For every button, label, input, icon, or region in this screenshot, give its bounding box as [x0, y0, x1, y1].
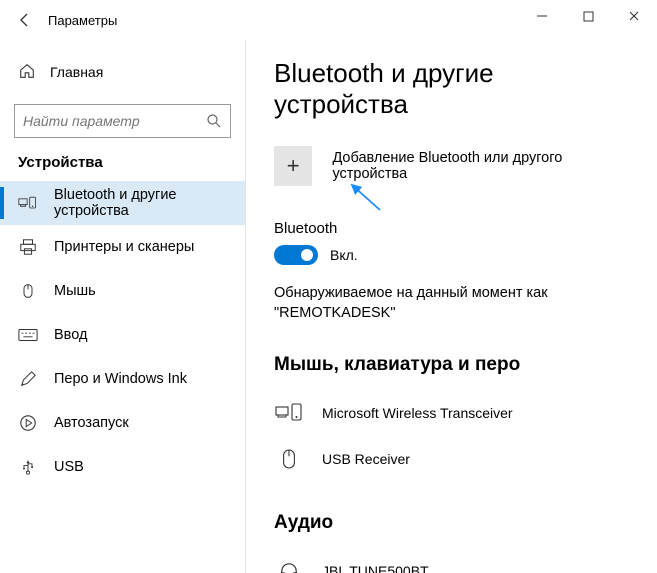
mouse-device-icon — [274, 448, 304, 470]
annotation-arrow-icon — [346, 180, 386, 214]
sidebar-item-label: Принтеры и сканеры — [54, 239, 194, 255]
close-icon — [628, 10, 640, 22]
sidebar-item-typing[interactable]: Ввод — [0, 313, 245, 357]
search-icon — [206, 113, 222, 129]
headphones-icon — [274, 562, 304, 573]
discoverable-text: Обнаруживаемое на данный момент как "REM… — [274, 283, 629, 324]
device-name: USB Receiver — [322, 451, 410, 467]
bluetooth-toggle-row: Вкл. — [274, 245, 629, 265]
maximize-button[interactable] — [565, 0, 611, 32]
device-item[interactable]: USB Receiver — [274, 436, 629, 482]
autoplay-icon — [18, 413, 38, 433]
home-link[interactable]: Главная — [0, 52, 245, 92]
sidebar-item-mouse[interactable]: Мышь — [0, 269, 245, 313]
sidebar-item-pen[interactable]: Перо и Windows Ink — [0, 357, 245, 401]
sidebar-item-usb[interactable]: USB — [0, 445, 245, 489]
sidebar-item-label: Bluetooth и другие устройства — [54, 187, 245, 219]
add-device-label: Добавление Bluetooth или другого устройс… — [332, 150, 629, 182]
sidebar-item-label: Автозапуск — [54, 415, 129, 431]
device-item[interactable]: Microsoft Wireless Transceiver — [274, 390, 629, 436]
pen-icon — [18, 369, 38, 389]
input-devices-title: Мышь, клавиатура и перо — [274, 354, 629, 376]
page-title: Bluetooth и другие устройства — [274, 58, 629, 120]
toggle-knob — [301, 249, 313, 261]
printer-icon — [18, 237, 38, 257]
window-controls — [519, 0, 657, 32]
search-box[interactable] — [14, 104, 231, 138]
home-label: Главная — [50, 64, 103, 80]
sidebar-item-label: Мышь — [54, 283, 96, 299]
toggle-state-label: Вкл. — [330, 247, 358, 263]
close-button[interactable] — [611, 0, 657, 32]
mouse-icon — [18, 281, 38, 301]
sidebar-item-printers[interactable]: Принтеры и сканеры — [0, 225, 245, 269]
keyboard-icon — [18, 325, 38, 345]
sidebar: Главная Устройства Bluetooth и другие ус… — [0, 40, 246, 573]
sidebar-item-label: USB — [54, 459, 84, 475]
bluetooth-toggle[interactable] — [274, 245, 318, 265]
main-panel: Bluetooth и другие устройства + Добавлен… — [246, 40, 657, 573]
transceiver-icon — [274, 403, 304, 423]
usb-icon — [18, 457, 38, 477]
sidebar-item-autoplay[interactable]: Автозапуск — [0, 401, 245, 445]
add-device-row[interactable]: + Добавление Bluetooth или другого устро… — [274, 146, 629, 186]
device-name: JBL TUNE500BT — [322, 563, 429, 573]
sidebar-group-title: Устройства — [0, 154, 245, 181]
audio-devices-title: Аудио — [274, 512, 629, 534]
device-name: Microsoft Wireless Transceiver — [322, 405, 513, 421]
minimize-icon — [536, 10, 548, 22]
titlebar: Параметры — [0, 0, 657, 40]
bluetooth-section-label: Bluetooth — [274, 220, 629, 237]
arrow-left-icon — [17, 12, 33, 28]
device-item[interactable]: JBL TUNE500BT — [274, 548, 629, 573]
minimize-button[interactable] — [519, 0, 565, 32]
bluetooth-devices-icon — [18, 193, 38, 213]
sidebar-item-label: Перо и Windows Ink — [54, 371, 187, 387]
search-input[interactable] — [23, 113, 206, 129]
back-button[interactable] — [10, 5, 40, 35]
window-title: Параметры — [48, 13, 117, 28]
maximize-icon — [583, 11, 594, 22]
sidebar-item-label: Ввод — [54, 327, 87, 343]
plus-icon: + — [287, 153, 300, 179]
home-icon — [18, 62, 36, 83]
add-device-button[interactable]: + — [274, 146, 312, 186]
sidebar-item-bluetooth[interactable]: Bluetooth и другие устройства — [0, 181, 245, 225]
